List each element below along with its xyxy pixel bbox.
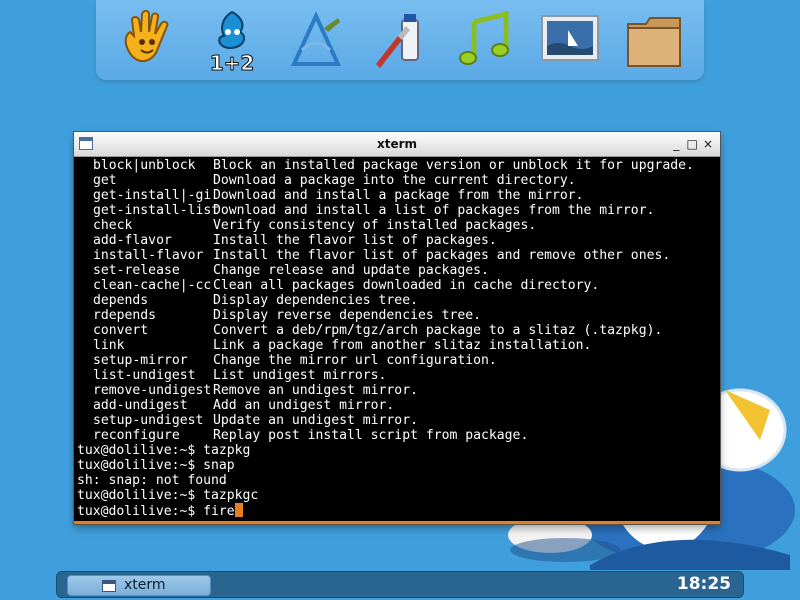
help-command: setup-undigest: [93, 413, 204, 428]
help-command: rdepends: [93, 308, 157, 323]
help-command: check: [93, 218, 133, 233]
help-command: link: [93, 338, 125, 353]
terminal-bottom-border: [74, 521, 720, 524]
terminal-line: tux@dolilive:~$ tazpkgc: [77, 488, 259, 503]
window-titlebar[interactable]: xterm _ □ ×: [74, 132, 720, 157]
xterm-window[interactable]: xterm _ □ × block|unblock Block an instal…: [74, 132, 720, 524]
help-command: block|unblock: [93, 158, 196, 173]
help-command: setup-mirror: [93, 353, 188, 368]
help-command: get: [93, 173, 117, 188]
help-command: set-release: [93, 263, 180, 278]
help-row: get-install|-gi Download and install a pa…: [77, 188, 717, 203]
help-command: add-flavor: [93, 233, 172, 248]
help-row: depends Display dependencies tree.: [77, 293, 717, 308]
folder-icon[interactable]: [622, 6, 686, 74]
help-row: convert Convert a deb/rpm/tgz/arch packag…: [77, 323, 717, 338]
close-button[interactable]: ×: [702, 132, 714, 156]
help-command: clean-cache|-cc: [93, 278, 212, 293]
terminal-input-line[interactable]: tux@dolilive:~$ fire: [77, 503, 717, 519]
help-row: get Download a package into the current d…: [77, 173, 717, 188]
taskbar: xterm 18:25: [56, 571, 744, 598]
paint-icon[interactable]: [368, 6, 432, 74]
help-description: Download and install a package from the …: [213, 188, 584, 203]
clock: 18:25: [676, 574, 731, 594]
help-description: Replay post install script from package.: [213, 428, 529, 443]
image-viewer-icon[interactable]: [538, 6, 602, 74]
help-description: Clean all packages downloaded in cache d…: [213, 278, 600, 293]
help-command: remove-undigest: [93, 383, 212, 398]
calculator-label: 1+2: [210, 51, 255, 74]
help-description: Display reverse dependencies tree.: [213, 308, 482, 323]
hand-icon[interactable]: [114, 6, 178, 74]
help-description: Convert a deb/rpm/tgz/arch package to a …: [213, 323, 663, 338]
help-description: Verify consistency of installed packages…: [213, 218, 537, 233]
help-row: clean-cache|-cc Clean all packages downlo…: [77, 278, 717, 293]
help-row: list-undigest List undigest mirrors.: [77, 368, 717, 383]
text-cursor: [234, 503, 243, 517]
terminal-line: tux@dolilive:~$ snap: [77, 458, 235, 473]
help-row: get-install-listDownload and install a l…: [77, 203, 717, 218]
help-command: get-install-list: [93, 203, 220, 218]
help-row: reconfigure Replay post install script fr…: [77, 428, 717, 443]
minimize-button[interactable]: _: [670, 132, 682, 156]
help-description: Block an installed package version or un…: [213, 158, 694, 173]
help-row: setup-undigest Update an undigest mirror.: [77, 413, 717, 428]
help-row: rdepends Display reverse dependencies tre…: [77, 308, 717, 323]
terminal-line: tux@dolilive:~$ tazpkg: [77, 443, 251, 458]
shell-prompt: tux@dolilive:~$: [77, 504, 204, 519]
terminal-line: sh: snap: not found: [77, 473, 227, 488]
help-description: Change the mirror url configuration.: [213, 353, 497, 368]
help-description: Link a package from another slitaz insta…: [213, 338, 592, 353]
help-description: Download a package into the current dire…: [213, 173, 576, 188]
help-row: block|unblock Block an installed package …: [77, 158, 717, 173]
taskbar-task-label: xterm: [124, 577, 166, 593]
application-dock: 1+2: [96, 0, 704, 80]
window-title: xterm: [376, 137, 418, 151]
help-row: add-flavor Install the flavor list of pac…: [77, 233, 717, 248]
help-command: reconfigure: [93, 428, 180, 443]
help-row: add-undigest Add an undigest mirror.: [77, 398, 717, 413]
help-command: get-install|-gi: [93, 188, 212, 203]
help-description: Change release and update packages.: [213, 263, 489, 278]
help-description: Download and install a list of packages …: [213, 203, 655, 218]
help-row: setup-mirror Change the mirror url config…: [77, 353, 717, 368]
calculator-icon[interactable]: 1+2: [200, 6, 264, 74]
help-command: depends: [93, 293, 149, 308]
help-row: install-flavor Install the flavor list of…: [77, 248, 717, 263]
music-icon[interactable]: [452, 6, 516, 74]
command-input[interactable]: fire: [203, 504, 235, 519]
window-icon: [102, 580, 116, 592]
help-description: Display dependencies tree.: [213, 293, 418, 308]
help-row: link Link a package from another slitaz i…: [77, 338, 717, 353]
help-row: set-release Change release and update pac…: [77, 263, 717, 278]
help-command: list-undigest: [93, 368, 196, 383]
help-command: install-flavor: [93, 248, 204, 263]
help-description: Add an undigest mirror.: [213, 398, 395, 413]
help-row: remove-undigest Remove an undigest mirror…: [77, 383, 717, 398]
help-command: add-undigest: [93, 398, 188, 413]
help-command: convert: [93, 323, 149, 338]
help-description: Update an undigest mirror.: [213, 413, 418, 428]
maximize-button[interactable]: □: [686, 132, 698, 156]
terminal-output[interactable]: block|unblock Block an installed package …: [77, 156, 717, 522]
help-description: Remove an undigest mirror.: [213, 383, 418, 398]
help-row: check Verify consistency of installed pac…: [77, 218, 717, 233]
help-description: List undigest mirrors.: [213, 368, 387, 383]
help-description: Install the flavor list of packages and …: [213, 248, 671, 263]
help-description: Install the flavor list of packages.: [213, 233, 497, 248]
editor-icon[interactable]: [284, 6, 348, 74]
taskbar-xterm-button[interactable]: xterm: [67, 575, 211, 596]
